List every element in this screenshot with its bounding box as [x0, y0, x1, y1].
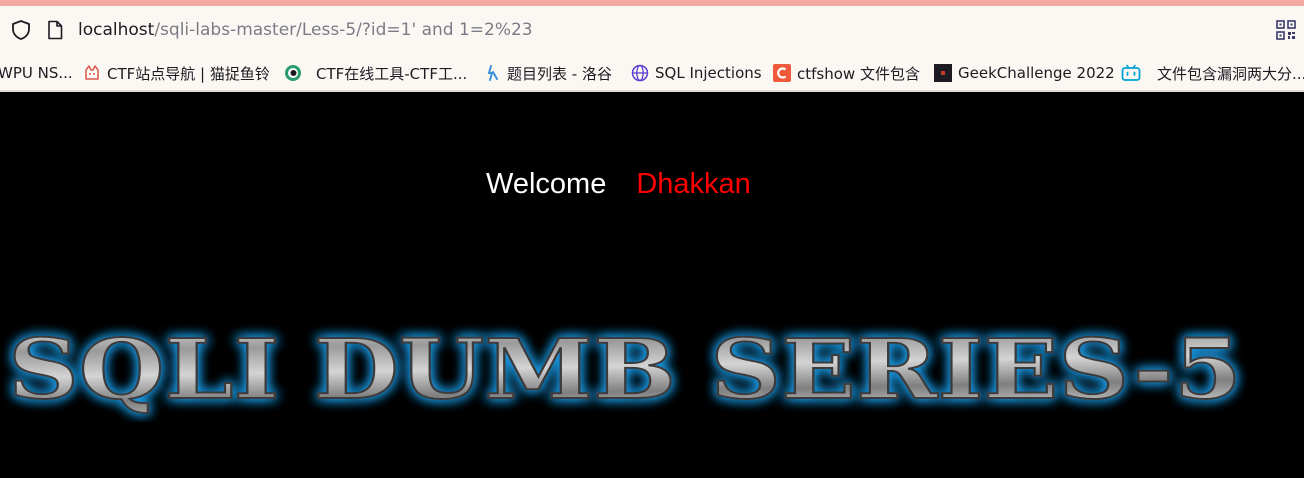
page-icon	[48, 20, 63, 40]
bookmarks-toolbar: WPU NS... CTF站点导航 | 猫捉鱼铃 CTF在线工具-CTF工...	[0, 56, 1304, 90]
banner-title: SQLI DUMB SERIES-5	[8, 322, 1242, 418]
welcome-line: Welcome Dhakkan	[486, 168, 751, 201]
bookmark-file-inclusion[interactable]: 文件包含漏洞两大分...	[1121, 63, 1304, 83]
cat-icon	[85, 65, 99, 80]
bookmark-sql-injections[interactable]: SQL Injections	[631, 63, 762, 83]
bookmark-label: WPU NS...	[0, 64, 73, 82]
url-field[interactable]: localhost/sqli-labs-master/Less-5/?id=1'…	[78, 20, 533, 40]
shield-icon[interactable]	[10, 19, 32, 41]
bookmark-ctfshow[interactable]: ctfshow 文件包含	[773, 63, 920, 83]
ctfshow-icon	[773, 64, 791, 82]
eye-icon	[285, 65, 301, 81]
bookmark-geekchallenge[interactable]: GeekChallenge 2022	[934, 63, 1115, 83]
browser-toolbar: localhost/sqli-labs-master/Less-5/?id=1'…	[0, 0, 1304, 92]
qr-code-icon[interactable]	[1276, 20, 1296, 40]
bookmark-ctf-nav[interactable]: CTF站点导航 | 猫捉鱼铃	[83, 63, 270, 83]
geek-icon	[934, 64, 952, 82]
url-host: localhost	[78, 20, 155, 40]
bookmark-label: CTF在线工具-CTF工...	[316, 64, 468, 83]
bookmark-ctf-tools[interactable]: CTF在线工具-CTF工...	[284, 63, 467, 83]
sqli-dumb-series-banner: SQLI DUMB SERIES-5	[7, 321, 1243, 419]
bookmark-wpu[interactable]: WPU NS...	[0, 63, 73, 83]
luogu-icon	[487, 65, 498, 81]
globe-icon	[631, 64, 649, 82]
bookmark-label: SQL Injections	[655, 64, 762, 82]
bookmark-luogu[interactable]: 题目列表 - 洛谷	[483, 63, 612, 83]
bookmark-label: CTF站点导航 | 猫捉鱼铃	[107, 64, 270, 83]
welcome-name: Dhakkan	[636, 168, 751, 200]
page-content: Welcome Dhakkan SQLI DUMB SERIES-5	[0, 92, 1304, 478]
bookmark-label: 文件包含漏洞两大分...	[1157, 64, 1304, 83]
bookmark-label: GeekChallenge 2022	[958, 64, 1115, 82]
bookmark-label: 题目列表 - 洛谷	[507, 64, 612, 83]
url-path: /sqli-labs-master/Less-5/?id=1' and 1=2%…	[154, 20, 533, 40]
address-bar[interactable]: localhost/sqli-labs-master/Less-5/?id=1'…	[0, 6, 1304, 54]
bookmark-label: ctfshow 文件包含	[797, 64, 920, 83]
welcome-text: Welcome	[486, 168, 607, 200]
bilibili-icon	[1121, 64, 1141, 81]
